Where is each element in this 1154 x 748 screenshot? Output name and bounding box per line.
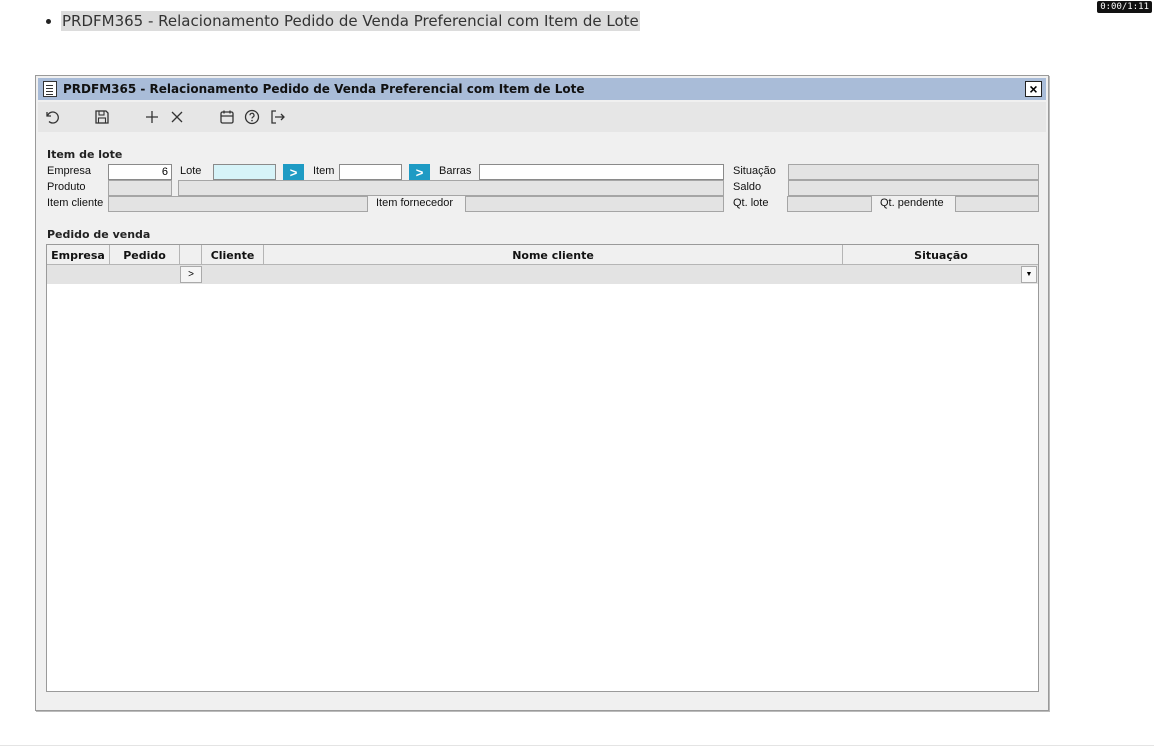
add-icon[interactable] [142, 107, 162, 127]
column-header-pointer [180, 245, 202, 265]
situacao-field [788, 164, 1039, 180]
lote-label: Lote [180, 165, 202, 177]
lote-lookup-button[interactable]: > [283, 164, 304, 180]
video-timer: 0:00/1:11 [1097, 1, 1152, 13]
pedido-venda-title: Pedido de venda [47, 228, 151, 241]
delete-icon[interactable] [167, 107, 187, 127]
produto-code-field [108, 180, 172, 196]
column-header-cliente[interactable]: Cliente [202, 245, 264, 265]
lote-field[interactable] [213, 164, 276, 180]
empresa-label: Empresa [47, 165, 92, 177]
form-window: PRDFM365 - Relacionamento Pedido de Vend… [35, 75, 1049, 711]
item-fornecedor-field [465, 196, 724, 212]
item-cliente-field [108, 196, 368, 212]
window-title: PRDFM365 - Relacionamento Pedido de Vend… [63, 82, 585, 96]
item-label: Item [313, 165, 335, 177]
empresa-field[interactable]: 6 [108, 164, 172, 180]
saldo-label: Saldo [733, 181, 762, 193]
save-icon[interactable] [92, 107, 112, 127]
toolbar [38, 102, 1046, 132]
item-cliente-label: Item cliente [47, 197, 104, 209]
page-bullet-item: PRDFM365 - Relacionamento Pedido de Vend… [46, 10, 640, 32]
situacao-label: Situação [733, 165, 776, 177]
qt-pendente-field [955, 196, 1039, 212]
barras-label: Barras [439, 165, 472, 177]
column-header-nome-cliente[interactable]: Nome cliente [264, 245, 843, 265]
table-row[interactable]: > ▼ [47, 265, 1038, 284]
undo-icon[interactable] [42, 107, 62, 127]
produto-label: Produto [47, 181, 86, 193]
qt-lote-field [787, 196, 872, 212]
produto-description-field [178, 180, 724, 196]
bullet-text: PRDFM365 - Relacionamento Pedido de Vend… [61, 11, 640, 31]
pedido-venda-grid: Empresa Pedido Cliente Nome cliente Situ… [46, 244, 1039, 692]
qt-pendente-label: Qt. pendente [880, 197, 944, 209]
qt-lote-label: Qt. lote [733, 197, 769, 209]
page-divider [0, 745, 1154, 746]
item-lookup-button[interactable]: > [409, 164, 430, 180]
chevron-down-icon[interactable]: ▼ [1021, 266, 1037, 283]
calendar-icon[interactable] [217, 107, 237, 127]
barras-field[interactable] [479, 164, 724, 180]
saldo-field [788, 180, 1039, 196]
column-header-empresa[interactable]: Empresa [47, 245, 110, 265]
close-button[interactable]: × [1025, 81, 1042, 97]
row-pointer-button[interactable]: > [180, 266, 202, 283]
item-field[interactable] [339, 164, 402, 180]
window-titlebar: PRDFM365 - Relacionamento Pedido de Vend… [38, 78, 1046, 100]
column-header-situacao[interactable]: Situação [843, 245, 1039, 265]
grid-header: Empresa Pedido Cliente Nome cliente Situ… [47, 245, 1038, 265]
column-header-pedido[interactable]: Pedido [110, 245, 180, 265]
item-fornecedor-label: Item fornecedor [376, 197, 454, 209]
bullet-dot [46, 18, 51, 24]
help-icon[interactable] [242, 107, 262, 127]
exit-icon[interactable] [267, 107, 287, 127]
document-icon [43, 81, 57, 97]
item-lote-title: Item de lote [47, 148, 123, 161]
